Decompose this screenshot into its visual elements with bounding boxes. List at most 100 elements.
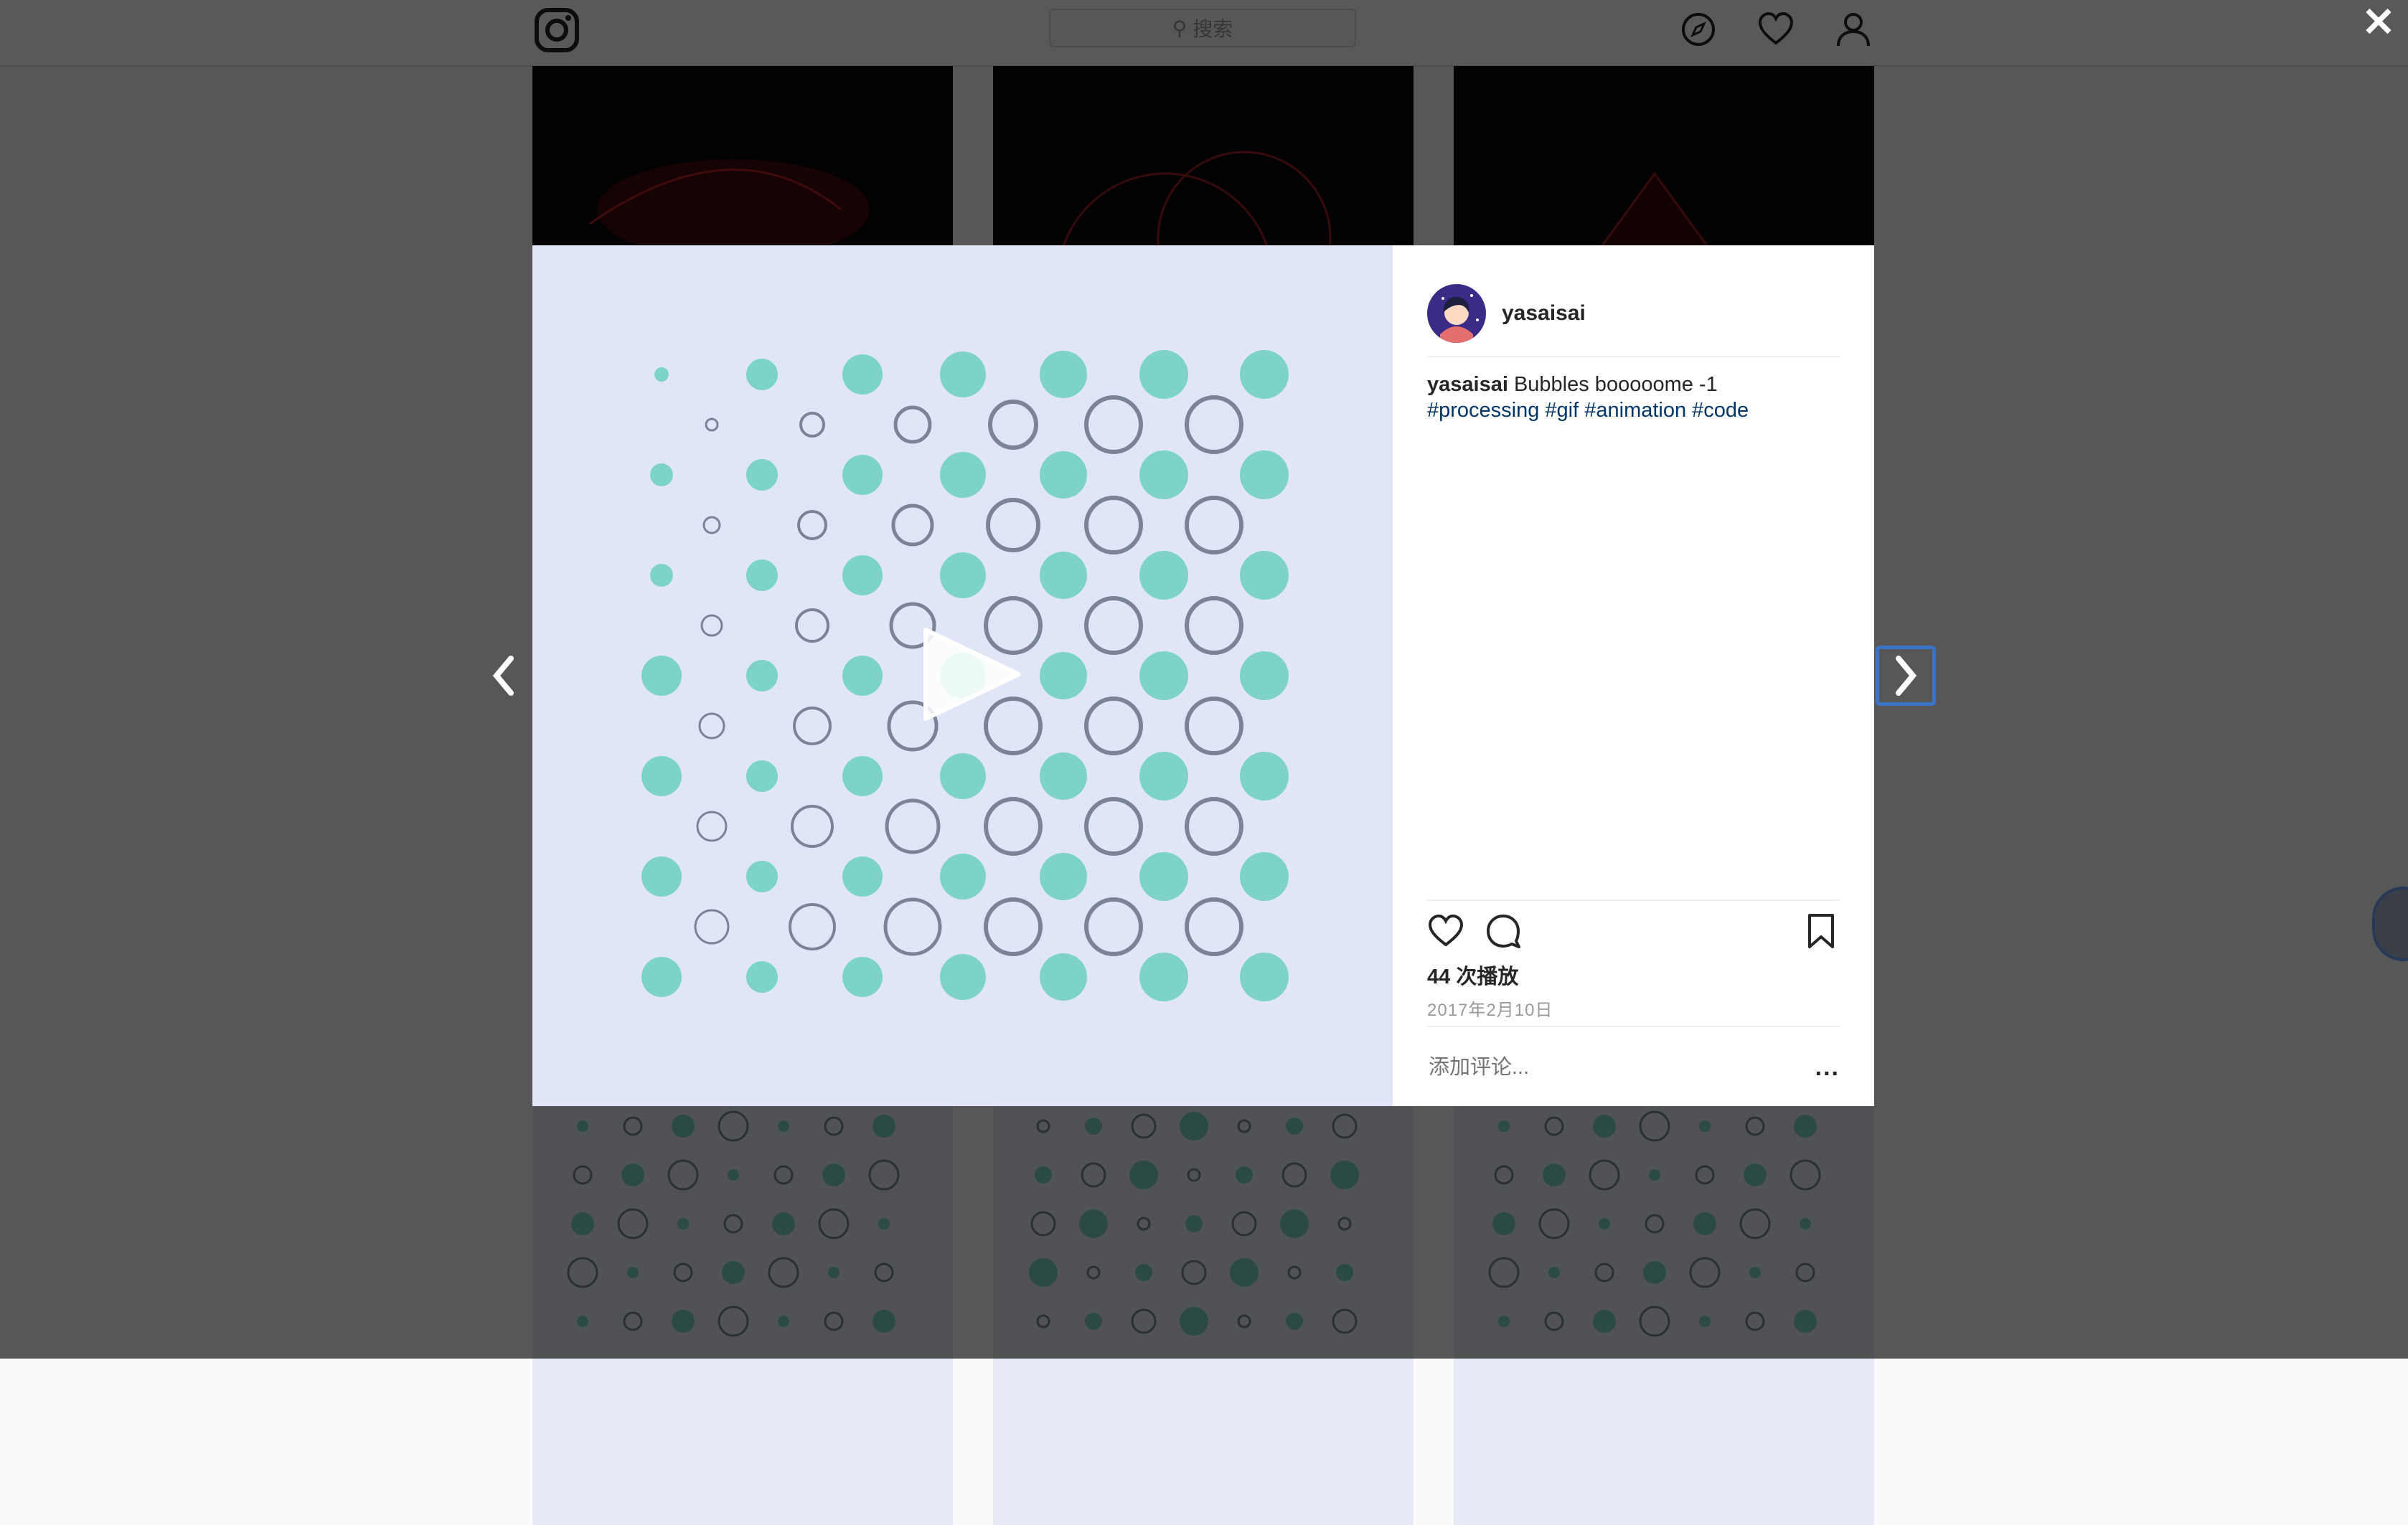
bubble-ring [1185,897,1243,956]
bubble-ring [1084,797,1143,856]
bubble [1040,652,1087,699]
bubble-ring [885,798,941,854]
bubble [1040,953,1087,1001]
bubble-ring [793,707,832,745]
close-icon[interactable]: ✕ [2361,2,2397,42]
more-icon[interactable]: ... [1815,1054,1840,1082]
bubble [641,656,682,696]
caption-text: Bubbles booooome -1 [1513,373,1718,396]
bubble [650,564,673,587]
bubble [1139,852,1188,901]
bubble [1139,752,1188,801]
instagram-page: ⚲ 搜索 ✕ [0,0,2408,1525]
bubble [746,760,778,792]
post-modal: yasaisai yasaisai Bubbles booooome -1 #p… [532,245,1874,1106]
bubble-ring [988,400,1038,450]
bubble [1240,752,1289,801]
post-details-panel: yasaisai yasaisai Bubbles booooome -1 #p… [1393,245,1874,1106]
bubble-ring [705,417,719,432]
bubble-ring [795,608,829,643]
bubble [746,459,778,491]
bubble [746,660,778,691]
post-header: yasaisai [1427,271,1840,357]
bubble [842,656,883,696]
bubble [1139,953,1188,1001]
bubble-ring [1185,395,1243,454]
bubble-ring [1084,395,1143,454]
bubble-ring [799,412,825,438]
bubble [1139,450,1188,499]
bubble-ring [696,811,728,842]
play-icon[interactable] [918,624,1026,724]
bubble [940,854,986,900]
bubble [746,961,778,993]
bubble-ring [893,405,932,444]
bubble-ring [791,805,834,848]
bubble-ring [797,510,827,540]
bubble [1240,651,1289,700]
post-date: 2017年2月10日 [1427,1001,1553,1020]
next-post-button[interactable] [1876,646,1936,706]
bubble [940,753,986,799]
post-caption: yasaisai Bubbles booooome -1 #processing… [1427,372,1840,423]
bubble [940,452,986,498]
bubble [940,954,986,1000]
bubble-ring [789,903,836,950]
bubble-ring [984,897,1043,956]
bubble [1040,853,1087,900]
caption-username[interactable]: yasaisai [1427,373,1508,396]
bubble-ring [986,498,1040,552]
bubble [842,555,883,595]
bubble-ring [1084,596,1143,655]
chevron-right-icon [1896,656,1917,696]
bubble-ring [1084,897,1143,956]
bubble [842,856,883,897]
bubble-ring [694,909,730,945]
chevron-left-icon [492,656,514,696]
bubble [1139,350,1188,399]
bubble [650,463,673,486]
bubble-ring [1185,697,1243,755]
avatar[interactable] [1427,284,1486,343]
comment-input[interactable] [1427,1054,1774,1080]
bubble [1240,852,1289,901]
bubble [1040,752,1087,800]
bubble [1240,551,1289,600]
bubble [1240,450,1289,499]
bubble [1240,953,1289,1001]
bubble [641,756,682,796]
post-actions [1427,900,1840,951]
bubble-ring [702,516,721,534]
bookmark-icon[interactable] [1802,912,1840,950]
bubble [1240,350,1289,399]
bubble-ring [1084,496,1143,554]
bubble [940,351,986,397]
bubble [940,552,986,598]
bubble [641,856,682,897]
bubble [746,359,778,390]
caption-hashtags[interactable]: #processing #gif #animation #code [1427,399,1749,422]
bubble [842,957,883,997]
view-count[interactable]: 44 次播放 [1427,960,1518,990]
bubble-ring [698,712,725,740]
bubble-ring [700,614,723,637]
bubble [1040,451,1087,499]
like-heart-icon[interactable] [1427,912,1464,950]
bubble-ring [1185,797,1243,856]
previous-post-button[interactable] [474,646,534,706]
bubble-ring [883,897,942,956]
bubble-ring [1084,697,1143,755]
bubble-ring [1185,496,1243,554]
comment-box: ... [1427,1026,1840,1108]
bubble [654,367,669,382]
bubble [1040,552,1087,599]
bubble-ring [891,504,934,547]
bubble [842,354,883,395]
bubble [1139,651,1188,700]
comment-icon[interactable] [1485,912,1522,950]
bubble [842,455,883,495]
post-username[interactable]: yasaisai [1502,301,1586,326]
bubble-ring [1185,596,1243,655]
bubble [746,560,778,591]
bubble [641,957,682,997]
